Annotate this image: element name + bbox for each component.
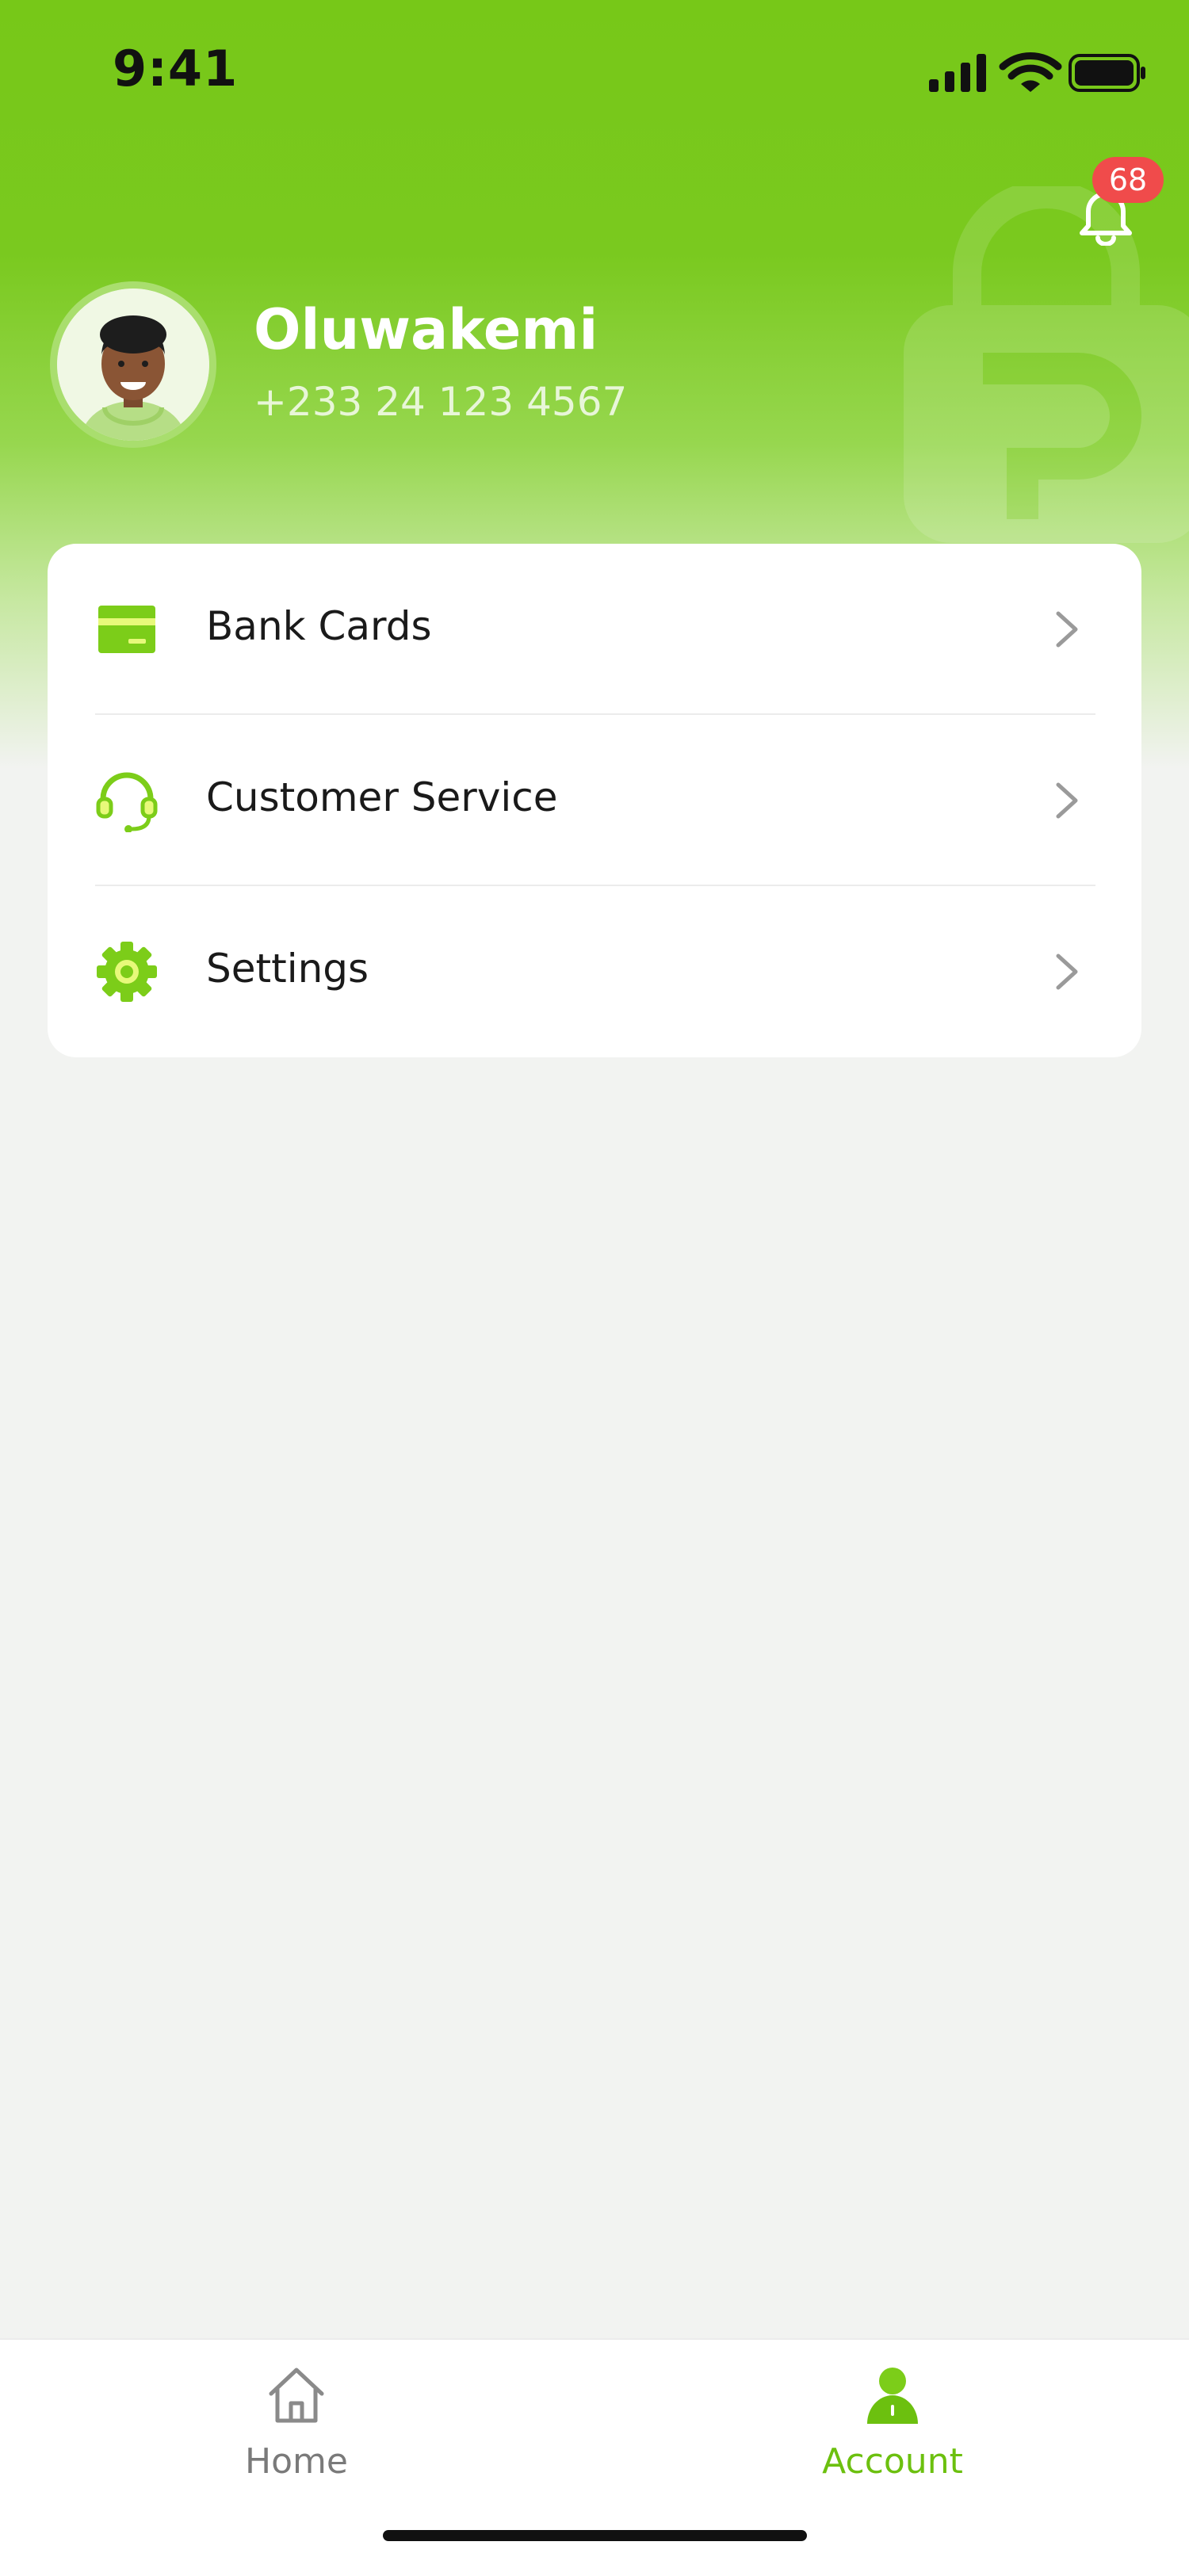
wifi-icon — [999, 52, 1062, 92]
chevron-right-icon — [1056, 782, 1078, 819]
gear-icon — [97, 942, 157, 1002]
tab-account[interactable]: Account — [774, 2364, 1011, 2522]
profile-name: Oluwakemi — [254, 297, 598, 362]
status-bar: 9:41 — [0, 0, 1189, 143]
menu-item-settings[interactable]: Settings — [48, 886, 1141, 1057]
tab-home[interactable]: Home — [178, 2364, 415, 2522]
tab-label: Account — [822, 2441, 963, 2482]
avatar[interactable] — [50, 281, 216, 448]
menu-item-label: Bank Cards — [206, 603, 432, 649]
menu-item-label: Settings — [206, 946, 369, 992]
status-icons — [929, 52, 1145, 92]
status-time: 9:41 — [113, 40, 239, 97]
headset-icon — [96, 772, 158, 832]
menu-item-customer-service[interactable]: Customer Service — [48, 715, 1141, 886]
menu-item-label: Customer Service — [206, 774, 558, 820]
cellular-signal-icon — [929, 54, 986, 92]
notification-badge[interactable]: 68 — [1092, 157, 1164, 203]
profile-phone: +233 24 123 4567 — [254, 379, 628, 425]
menu-card: Bank Cards Customer Service Settings — [48, 544, 1141, 1057]
chevron-right-icon — [1056, 611, 1078, 648]
background-lock-watermark-icon — [904, 186, 1189, 543]
avatar-illustration-icon — [57, 289, 209, 441]
menu-item-bank-cards[interactable]: Bank Cards — [48, 544, 1141, 715]
tab-label: Home — [245, 2441, 348, 2482]
home-indicator — [383, 2530, 807, 2541]
home-icon — [269, 2368, 324, 2423]
bank-card-icon — [98, 606, 155, 653]
chevron-right-icon — [1056, 954, 1078, 990]
account-icon — [867, 2368, 918, 2424]
battery-icon — [1069, 54, 1145, 92]
